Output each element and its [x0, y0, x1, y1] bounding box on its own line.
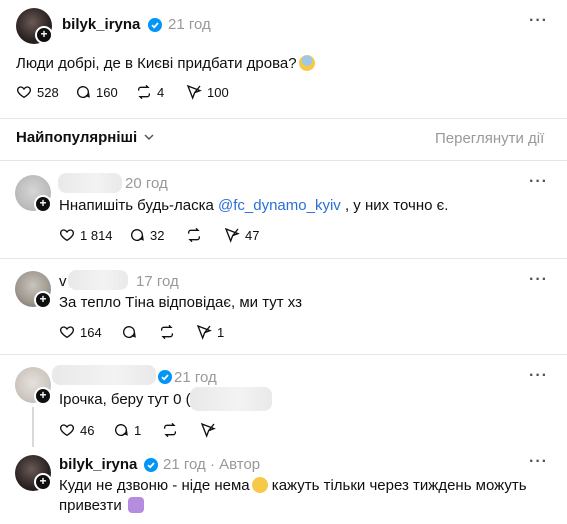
reply-item: + bilyk_iryna 21 год · Автор ··· Куди не…: [0, 447, 567, 524]
post-time: 21 год: [168, 16, 211, 33]
follow-plus-icon[interactable]: +: [34, 473, 52, 491]
repost-button[interactable]: [186, 227, 202, 243]
divider: [0, 118, 567, 119]
like-count: 528: [37, 84, 59, 100]
chevron-down-icon: [144, 134, 154, 141]
reply-text-part: Ннапишіть будь-ласка: [59, 197, 219, 214]
post-text-content: Люди добрі, де в Києві придбати дрова?: [16, 55, 297, 72]
comment-icon: [77, 86, 90, 98]
hidden-username: [52, 365, 156, 385]
heart-icon: [60, 229, 74, 242]
username[interactable]: bilyk_iryna: [59, 456, 137, 473]
reply-item: + v 17 год ··· За тепло Тіна відповідає,…: [0, 259, 567, 355]
follow-plus-icon[interactable]: +: [34, 291, 52, 309]
post-text: Люди добрі, де в Києві придбати дрова?: [16, 55, 315, 72]
comment-icon: [115, 424, 128, 436]
reply-time: 21 год: [174, 369, 217, 386]
fearful-face-emoji-icon: [298, 55, 315, 71]
repost-button[interactable]: [159, 324, 175, 340]
reply-text-part: Куди не дзвоню - ніде нема: [59, 477, 250, 494]
repost-icon: [138, 84, 150, 100]
cold-face-emoji-icon: [251, 477, 268, 493]
hidden-phone-number: [190, 387, 272, 411]
comment-icon: [123, 326, 136, 338]
hidden-username: [58, 173, 122, 193]
verified-badge-icon: [144, 458, 158, 472]
reply-text: Ірочка, беру тут 0 (6: [59, 391, 199, 408]
reply-time: 20 год: [125, 175, 168, 192]
send-icon: [196, 324, 212, 340]
heart-icon: [60, 326, 74, 339]
reply-time: 21 год · Автор: [163, 456, 260, 473]
share-button[interactable]: 47: [224, 227, 259, 243]
share-button[interactable]: 100: [186, 84, 229, 100]
reply-text: Куди не дзвоню - ніде нема кажуть тільки…: [59, 477, 527, 494]
verified-badge-icon: [148, 18, 162, 32]
like-button[interactable]: 46: [59, 422, 94, 438]
reply-count: 32: [150, 227, 165, 243]
more-options-icon[interactable]: ···: [529, 173, 548, 191]
follow-plus-icon[interactable]: +: [34, 387, 52, 405]
sort-label: Найпопулярніші: [16, 129, 138, 146]
repost-button[interactable]: [162, 422, 178, 438]
share-count: 100: [207, 84, 229, 100]
view-activity-link[interactable]: Переглянути дії: [435, 130, 544, 147]
follow-plus-icon[interactable]: +: [34, 195, 52, 213]
more-options-icon[interactable]: ···: [529, 12, 548, 30]
like-button[interactable]: 528: [16, 84, 59, 100]
send-icon: [200, 422, 216, 438]
main-post: + bilyk_iryna 21 год ··· Люди добрі, де …: [0, 0, 567, 120]
send-icon: [224, 227, 240, 243]
more-options-icon[interactable]: ···: [529, 453, 548, 471]
share-button[interactable]: 1: [196, 324, 224, 340]
reply-text-part: привезти: [59, 497, 122, 514]
reply-text-part: кажуть тільки через тиждень можуть: [267, 477, 527, 494]
share-count: 1: [217, 324, 225, 340]
reply-item: + 20 год ··· Ннапишіть будь-ласка @fc_dy…: [0, 161, 567, 259]
hidden-username: [68, 270, 128, 290]
shrug-emoji-icon: [127, 497, 144, 513]
reply-count: 160: [96, 84, 118, 100]
username-prefix[interactable]: v: [59, 273, 67, 290]
repost-button[interactable]: 4: [136, 84, 164, 100]
comment-icon: [131, 229, 144, 241]
reply-button[interactable]: [121, 324, 137, 340]
like-count: 1 814: [80, 227, 113, 243]
reply-button[interactable]: 160: [75, 84, 118, 100]
share-count: 47: [245, 227, 260, 243]
reply-text: За тепло Тіна відповідає, ми тут хз: [59, 294, 303, 311]
reply-item: + 21 год ··· Ірочка, беру тут 0 (6 46 1: [0, 355, 567, 447]
like-button[interactable]: 164: [59, 324, 102, 340]
username[interactable]: bilyk_iryna: [62, 16, 140, 33]
mention-link[interactable]: @fc_dynamo_kyiv: [218, 197, 341, 214]
reply-time-value: 21 год: [163, 456, 206, 473]
reply-text-line2: привезти: [59, 497, 144, 514]
reply-text: Ннапишіть будь-ласка @fc_dynamo_kyiv , у…: [59, 197, 448, 214]
reply-button[interactable]: 1: [113, 422, 141, 438]
reply-button[interactable]: 32: [129, 227, 164, 243]
thread-line: [32, 407, 34, 447]
like-button[interactable]: 1 814: [59, 227, 113, 243]
reply-text-part: , у них точно є.: [340, 197, 449, 214]
separator-dot: ·: [209, 456, 215, 473]
more-options-icon[interactable]: ···: [529, 271, 548, 289]
like-count: 46: [80, 422, 95, 438]
more-options-icon[interactable]: ···: [529, 367, 548, 385]
repost-count: 4: [157, 84, 165, 100]
send-icon: [186, 84, 202, 100]
share-button[interactable]: [200, 422, 216, 438]
heart-icon: [60, 424, 74, 437]
heart-icon: [17, 86, 31, 99]
verified-badge-icon: [158, 370, 172, 384]
repost-icon: [161, 324, 173, 340]
author-badge: Автор: [219, 456, 261, 473]
reply-time: 17 год: [136, 273, 179, 290]
reply-count: 1: [134, 422, 142, 438]
repost-icon: [188, 227, 200, 243]
sort-dropdown[interactable]: Найпопулярніші: [16, 129, 154, 146]
like-count: 164: [80, 324, 102, 340]
repost-icon: [164, 422, 176, 438]
follow-plus-icon[interactable]: +: [35, 26, 53, 44]
